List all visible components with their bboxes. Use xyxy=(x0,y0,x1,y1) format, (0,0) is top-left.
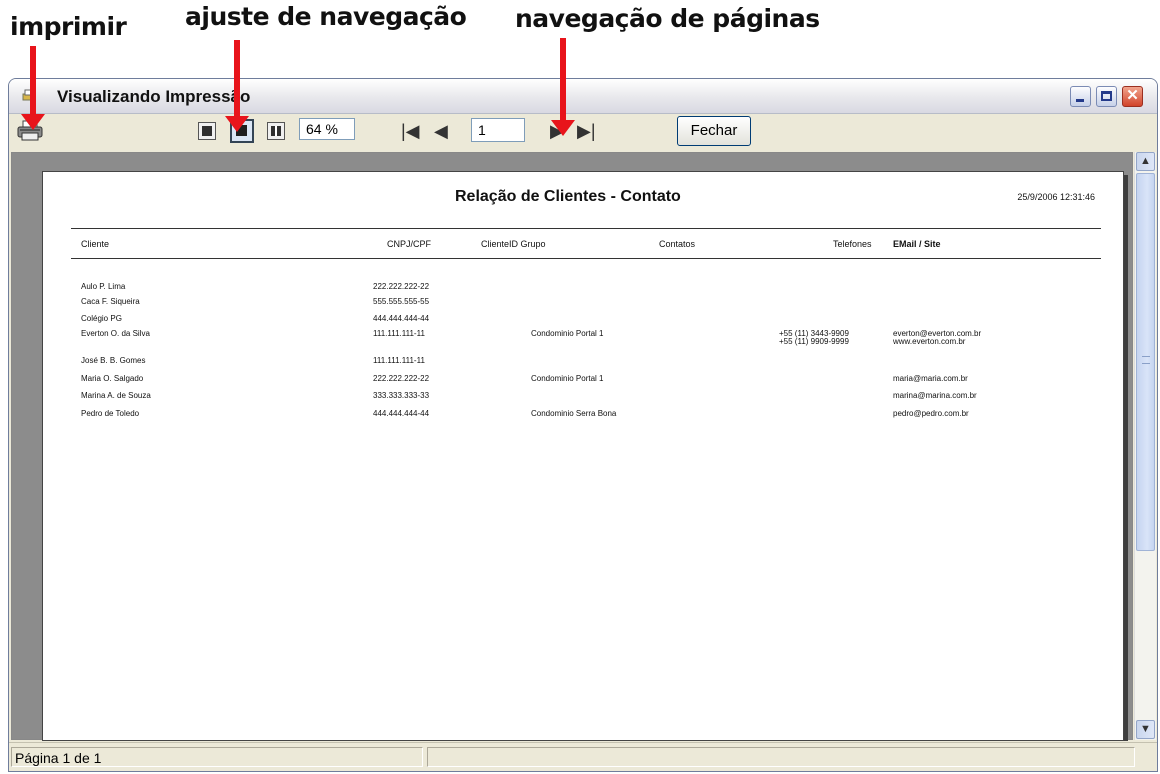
scroll-up-button[interactable]: ▲ xyxy=(1136,152,1155,171)
cell-grupo: Condominio Portal 1 xyxy=(531,374,604,383)
cell-cliente: Colégio PG xyxy=(81,314,122,323)
page-width-icon xyxy=(202,126,212,136)
arrow-page-nav xyxy=(551,38,575,136)
last-page-button[interactable]: ▶| xyxy=(577,121,596,142)
status-panel xyxy=(427,747,1135,767)
table-row: Everton O. da Silva 111.111.111-11 Condomi… xyxy=(43,329,1123,346)
arrow-print xyxy=(21,46,45,130)
grip-icon xyxy=(1142,356,1150,364)
table-row: Caca F. Siqueira 555.555.555-55 xyxy=(43,297,1123,311)
scroll-down-button[interactable]: ▼ xyxy=(1136,720,1155,739)
header-rule-bottom xyxy=(71,258,1101,259)
vertical-scrollbar[interactable]: ▲ ▼ xyxy=(1134,152,1156,740)
header-email: EMail / Site xyxy=(893,239,941,249)
table-row: Colégio PG 444.444.444-44 xyxy=(43,314,1123,328)
table-row: José B. B. Gomes 111.111.111-11 xyxy=(43,356,1123,370)
header-cliente: Cliente xyxy=(81,239,110,249)
multi-page-icon xyxy=(271,126,281,136)
cell-cliente: Aulo P. Lima xyxy=(81,282,126,291)
cell-grupo: Condominio Serra Bona xyxy=(531,409,617,418)
cell-email: pedro@pedro.com.br xyxy=(893,409,969,418)
zoom-field[interactable]: 64 % xyxy=(299,118,355,140)
multi-page-button[interactable] xyxy=(267,122,285,140)
cell-cnpj: 111.111.111-11 xyxy=(373,356,425,365)
close-window-button[interactable]: ✕ xyxy=(1122,86,1143,107)
print-preview-window: Visualizando Impressão ✕ 64 % |◀ ◀ 1 ▶ ▶… xyxy=(8,78,1158,772)
first-page-button[interactable]: |◀ xyxy=(401,121,420,142)
report-title: Relação de Clientes - Contato xyxy=(455,188,681,205)
cell-cnpj: 444.444.444-44 xyxy=(373,409,430,418)
report-date: 25/9/2006 12:31:46 xyxy=(1017,192,1095,202)
cell-cnpj: 222.222.222-22 xyxy=(373,374,430,383)
preview-area[interactable]: Relação de Clientes - Contato 25/9/2006 … xyxy=(11,152,1133,741)
window-title: Visualizando Impressão xyxy=(57,87,251,106)
cell-grupo: Condominio Portal 1 xyxy=(531,329,604,338)
cell-cliente: Marina A. de Souza xyxy=(81,391,151,400)
table-row: Maria O. Salgado 222.222.222-22 Condominio… xyxy=(43,374,1123,388)
header-contatos: Contatos xyxy=(659,239,696,249)
cell-email: maria@maria.com.br xyxy=(893,374,968,383)
header-rule-top xyxy=(71,228,1101,229)
header-cnpj: CNPJ/CPF xyxy=(387,239,432,249)
arrow-nav-adjust xyxy=(225,40,249,132)
report-page: Relação de Clientes - Contato 25/9/2006 … xyxy=(42,171,1124,741)
page-number-input[interactable]: 1 xyxy=(471,118,525,142)
annotation-nav-adjust: ajuste de navegação xyxy=(185,2,467,31)
cell-cliente: Caca F. Siqueira xyxy=(81,297,140,306)
close-button[interactable]: Fechar xyxy=(677,116,751,146)
status-text: Página 1 de 1 xyxy=(11,747,423,767)
cell-cliente: Maria O. Salgado xyxy=(81,374,144,383)
header-telefones: Telefones xyxy=(833,239,872,249)
cell-telefone-2: +55 (11) 9909-9999 xyxy=(779,337,849,346)
cell-cnpj: 555.555.555-55 xyxy=(373,297,430,306)
cell-site: www.everton.com.br xyxy=(893,337,966,346)
page-width-button[interactable] xyxy=(198,122,216,140)
cell-cnpj: 222.222.222-22 xyxy=(373,282,430,291)
cell-cliente: José B. B. Gomes xyxy=(81,356,146,365)
title-bar[interactable]: Visualizando Impressão ✕ xyxy=(9,79,1157,114)
minimize-button[interactable] xyxy=(1070,86,1091,107)
cell-cliente: Everton O. da Silva xyxy=(81,329,150,338)
cell-cnpj: 333.333.333-33 xyxy=(373,391,430,400)
cell-cliente: Pedro de Toledo xyxy=(81,409,140,418)
close-icon: ✕ xyxy=(1126,87,1139,104)
table-row: Aulo P. Lima 222.222.222-22 xyxy=(43,282,1123,296)
table-row: Pedro de Toledo 444.444.444-44 Condominio … xyxy=(43,409,1123,423)
prev-page-button[interactable]: ◀ xyxy=(434,121,448,142)
annotation-print: imprimir xyxy=(10,12,127,41)
status-bar: Página 1 de 1 xyxy=(9,742,1157,771)
maximize-button[interactable] xyxy=(1096,86,1117,107)
cell-email: marina@marina.com.br xyxy=(893,391,977,400)
cell-cnpj: 444.444.444-44 xyxy=(373,314,430,323)
scroll-thumb[interactable] xyxy=(1136,173,1155,551)
maximize-icon xyxy=(1101,91,1112,101)
toolbar: 64 % |◀ ◀ 1 ▶ ▶| Fechar xyxy=(9,114,1157,152)
table-row: Marina A. de Souza 333.333.333-33 marina@m… xyxy=(43,391,1123,405)
annotation-page-nav: navegação de páginas xyxy=(515,4,820,33)
header-cliente-id-grupo: ClienteID Grupo xyxy=(481,239,546,249)
cell-cnpj: 111.111.111-11 xyxy=(373,329,425,338)
minimize-icon xyxy=(1076,99,1084,102)
